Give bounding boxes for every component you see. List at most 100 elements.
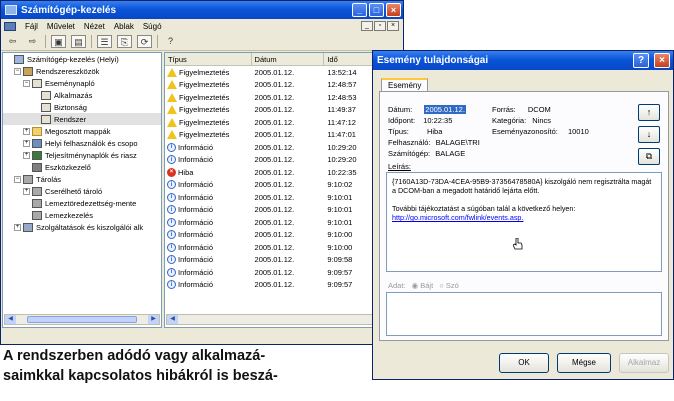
ok-button[interactable]: OK: [499, 353, 549, 373]
cancel-button[interactable]: Mégse: [557, 353, 611, 373]
event-row[interactable]: i Információ 2005.01.12. 9:09:57: [165, 266, 403, 279]
refresh-icon[interactable]: ⟳: [137, 35, 152, 48]
menu-window[interactable]: Ablak: [114, 22, 134, 31]
scroll-thumb[interactable]: [27, 316, 137, 323]
radio-bytes-icon[interactable]: ◉: [412, 281, 419, 290]
tree-node[interactable]: Rendszer: [3, 113, 161, 125]
event-row[interactable]: Figyelmeztetés 2005.01.12. 11:47:01: [165, 129, 403, 142]
up-folder-icon[interactable]: ▣: [51, 35, 66, 48]
copy-event-button[interactable]: ⧉: [638, 148, 660, 165]
scroll-left-icon[interactable]: ◀: [5, 315, 16, 324]
show-tree-icon[interactable]: ▤: [71, 35, 86, 48]
data-textbox[interactable]: [386, 292, 662, 336]
event-type-label: Információ: [178, 142, 214, 152]
export-icon[interactable]: ⎘: [117, 35, 132, 48]
radio-bytes-label[interactable]: Bájt: [420, 281, 433, 290]
console-tree[interactable]: Számítógép-kezelés (Helyi) − Rendszereszkö…: [2, 52, 162, 328]
event-row[interactable]: Figyelmeztetés 2005.01.12. 12:48:53: [165, 91, 403, 104]
tree-node[interactable]: Alkalmazás: [3, 89, 161, 101]
expand-icon[interactable]: +: [14, 223, 21, 231]
next-event-button[interactable]: ↓: [638, 126, 660, 143]
dialog-titlebar[interactable]: Esemény tulajdonságai: [373, 51, 673, 70]
event-row[interactable]: i Információ 2005.01.12. 10:29:20: [165, 141, 403, 154]
tree-node[interactable]: Biztonság: [3, 101, 161, 113]
arrow-up-icon: ↑: [646, 107, 652, 117]
event-row[interactable]: Figyelmeztetés 2005.01.12. 11:49:37: [165, 104, 403, 117]
tree-node[interactable]: − Rendszereszközök: [3, 65, 161, 77]
event-row[interactable]: Figyelmeztetés 2005.01.12. 13:52:14: [165, 66, 403, 79]
close-icon[interactable]: ×: [654, 53, 670, 68]
event-row[interactable]: Figyelmeztetés 2005.01.12. 12:48:57: [165, 79, 403, 92]
expand-icon[interactable]: +: [23, 151, 30, 159]
menu-help[interactable]: Súgó: [143, 22, 162, 31]
event-row[interactable]: i Információ 2005.01.12. 10:29:20: [165, 154, 403, 167]
description-textbox[interactable]: {7160A13D-73DA-4CEA-95B9-37356478580A} k…: [386, 172, 662, 272]
close-icon[interactable]: ×: [386, 3, 401, 17]
tree-node[interactable]: Lemeztöredezettség-mente: [3, 197, 161, 209]
event-row[interactable]: i Információ 2005.01.12. 9:10:01: [165, 204, 403, 217]
apply-button[interactable]: Alkalmaz: [619, 353, 669, 373]
tree-node[interactable]: + Teljesítménynaplók és riasz: [3, 149, 161, 161]
event-row[interactable]: i Információ 2005.01.12. 9:10:02: [165, 179, 403, 192]
event-type-cell: i Információ: [165, 230, 252, 240]
event-row[interactable]: i Információ 2005.01.12. 9:10:00: [165, 229, 403, 242]
event-row[interactable]: i Információ 2005.01.12. 9:09:58: [165, 254, 403, 267]
event-row[interactable]: i Információ 2005.01.12. 9:10:00: [165, 241, 403, 254]
event-row[interactable]: Figyelmeztetés 2005.01.12. 11:47:12: [165, 116, 403, 129]
child-restore-icon[interactable]: ▫: [374, 21, 386, 31]
tab-event[interactable]: Esemény: [381, 78, 429, 92]
back-arrow-icon[interactable]: ⇦: [5, 35, 20, 48]
tree-node[interactable]: + Helyi felhasználók és csopo: [3, 137, 161, 149]
tree-node[interactable]: Számítógép-kezelés (Helyi): [3, 53, 161, 65]
event-row[interactable]: i Információ 2005.01.12. 9:10:01: [165, 191, 403, 204]
scroll-left-icon[interactable]: ◀: [167, 315, 178, 324]
menu-file[interactable]: Fájl: [25, 22, 38, 31]
list-horizontal-scrollbar[interactable]: ◀: [166, 314, 402, 325]
previous-event-button[interactable]: ↑: [638, 104, 660, 121]
event-type-label: Információ: [178, 180, 214, 190]
type-value: Hiba: [426, 127, 443, 136]
tree-node[interactable]: + Cserélhető tároló: [3, 185, 161, 197]
child-minimize-icon[interactable]: _: [361, 21, 373, 31]
tree-horizontal-scrollbar[interactable]: ◀ ▶: [4, 314, 160, 325]
event-row[interactable]: i Információ 2005.01.12. 9:10:01: [165, 216, 403, 229]
expand-icon[interactable]: +: [23, 127, 30, 135]
column-type[interactable]: Típus: [165, 53, 252, 65]
tree-node[interactable]: Lemezkezelés: [3, 209, 161, 221]
collapse-icon[interactable]: −: [23, 79, 30, 87]
warning-icon: [167, 117, 177, 127]
forward-arrow-icon[interactable]: ⇨: [25, 35, 40, 48]
expand-icon[interactable]: +: [23, 187, 30, 195]
maximize-icon[interactable]: □: [369, 3, 384, 17]
help-link[interactable]: http://go.microsoft.com/fwlink/events.as…: [392, 213, 523, 222]
mmc-console-icon[interactable]: [4, 21, 16, 31]
child-close-icon[interactable]: ×: [387, 21, 399, 31]
menu-action[interactable]: Művelet: [47, 22, 75, 31]
column-date[interactable]: Dátum: [252, 53, 325, 65]
help-icon[interactable]: ?: [633, 53, 649, 68]
expand-icon[interactable]: +: [23, 139, 30, 147]
event-row[interactable]: i Információ 2005.01.12. 9:09:57: [165, 279, 403, 292]
tree-node-label: Teljesítménynaplók és riasz: [45, 150, 137, 160]
tree-node[interactable]: Eszközkezelő: [3, 161, 161, 173]
event-list[interactable]: Típus Dátum Idő Figyelmeztetés 2005.01.12…: [164, 52, 403, 328]
collapse-icon[interactable]: −: [14, 175, 21, 183]
category-label: Kategória:: [492, 116, 527, 125]
radio-words-label[interactable]: Szó: [446, 281, 459, 290]
collapse-icon[interactable]: −: [14, 67, 21, 75]
menu-view[interactable]: Nézet: [84, 22, 105, 31]
event-tab-panel: Dátum: 2005.01.12. Forrás: DCOM Időpont:…: [379, 91, 669, 341]
minimize-icon[interactable]: _: [352, 3, 367, 17]
event-type-label: Figyelmeztetés: [179, 130, 230, 140]
event-date-cell: 2005.01.12.: [254, 255, 295, 265]
radio-words-icon[interactable]: ○: [439, 281, 444, 290]
tree-node[interactable]: − Tárolás: [3, 173, 161, 185]
tree-node[interactable]: + Szolgáltatások és kiszolgálói alk: [3, 221, 161, 233]
scroll-right-icon[interactable]: ▶: [148, 315, 159, 324]
tree-node[interactable]: + Megosztott mappák: [3, 125, 161, 137]
tree-node[interactable]: − Eseménynapló: [3, 77, 161, 89]
event-row[interactable]: × Hiba 2005.01.12. 10:22:35: [165, 166, 403, 179]
help-icon[interactable]: ?: [163, 35, 178, 48]
main-titlebar[interactable]: Számítógép-kezelés: [1, 1, 403, 19]
properties-icon[interactable]: ☰: [97, 35, 112, 48]
